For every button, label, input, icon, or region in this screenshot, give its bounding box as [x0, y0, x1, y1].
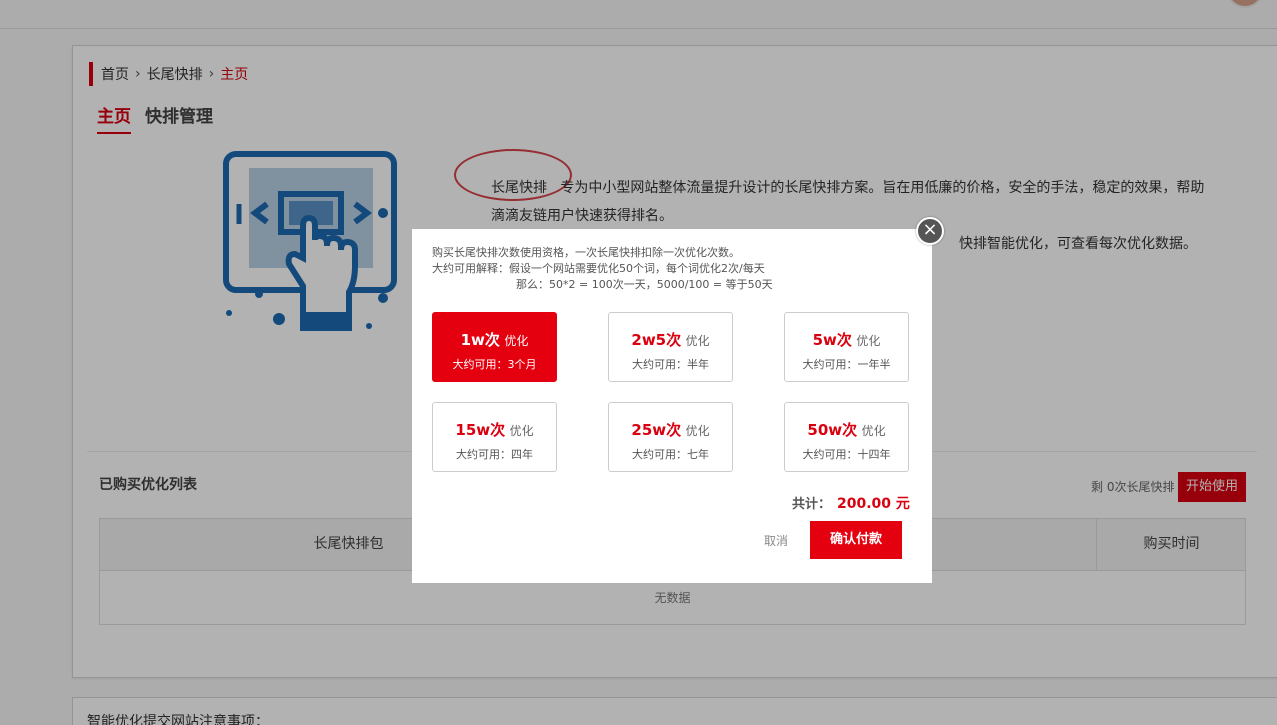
package-suffix: 优化 [685, 424, 710, 438]
package-usage: 大约可用：七年 [632, 448, 709, 461]
package-option-1w[interactable]: 1w次 优化 大约可用：3个月 [432, 312, 557, 382]
cancel-button[interactable]: 取消 [764, 532, 788, 549]
package-qty: 5w次 [812, 331, 852, 349]
desc-line-1: 购买长尾快排次数使用资格，一次长尾快排扣除一次优化次数。 [432, 246, 740, 259]
package-option-50w[interactable]: 50w次 优化 大约可用：十四年 [784, 402, 909, 472]
package-option-2w5[interactable]: 2w5次 优化 大约可用：半年 [608, 312, 733, 382]
desc-line-3: 那么：50*2 = 100次一天，5000/100 = 等于50天 [516, 278, 773, 291]
confirm-payment-button[interactable]: 确认付款 [810, 521, 902, 559]
package-qty: 1w次 [460, 331, 500, 349]
package-usage: 大约可用：3个月 [452, 358, 537, 371]
package-qty: 25w次 [631, 421, 682, 439]
package-option-15w[interactable]: 15w次 优化 大约可用：四年 [432, 402, 557, 472]
close-icon[interactable]: × [916, 217, 944, 245]
package-suffix: 优化 [685, 334, 710, 348]
package-suffix: 优化 [861, 424, 886, 438]
modal-description: 购买长尾快排次数使用资格，一次长尾快排扣除一次优化次数。 大约可用解释：假设一个… [432, 245, 773, 293]
package-option-25w[interactable]: 25w次 优化 大约可用：七年 [608, 402, 733, 472]
purchase-modal: 购买长尾快排次数使用资格，一次长尾快排扣除一次优化次数。 大约可用解释：假设一个… [412, 229, 932, 583]
package-suffix: 优化 [504, 334, 529, 348]
package-qty: 2w5次 [631, 331, 682, 349]
package-qty: 15w次 [455, 421, 506, 439]
package-suffix: 优化 [856, 334, 881, 348]
package-usage: 大约可用：一年半 [802, 358, 891, 371]
package-option-5w[interactable]: 5w次 优化 大约可用：一年半 [784, 312, 909, 382]
package-suffix: 优化 [509, 424, 534, 438]
desc-line-2: 大约可用解释：假设一个网站需要优化50个词，每个词优化2次/每天 [432, 262, 765, 275]
total-label: 共计： [792, 497, 832, 512]
total-amount: 200.00 元 [837, 496, 910, 512]
total: 共计： 200.00 元 [792, 493, 910, 513]
package-usage: 大约可用：半年 [632, 358, 709, 371]
package-qty: 50w次 [807, 421, 858, 439]
package-usage: 大约可用：四年 [456, 448, 533, 461]
package-usage: 大约可用：十四年 [802, 448, 891, 461]
